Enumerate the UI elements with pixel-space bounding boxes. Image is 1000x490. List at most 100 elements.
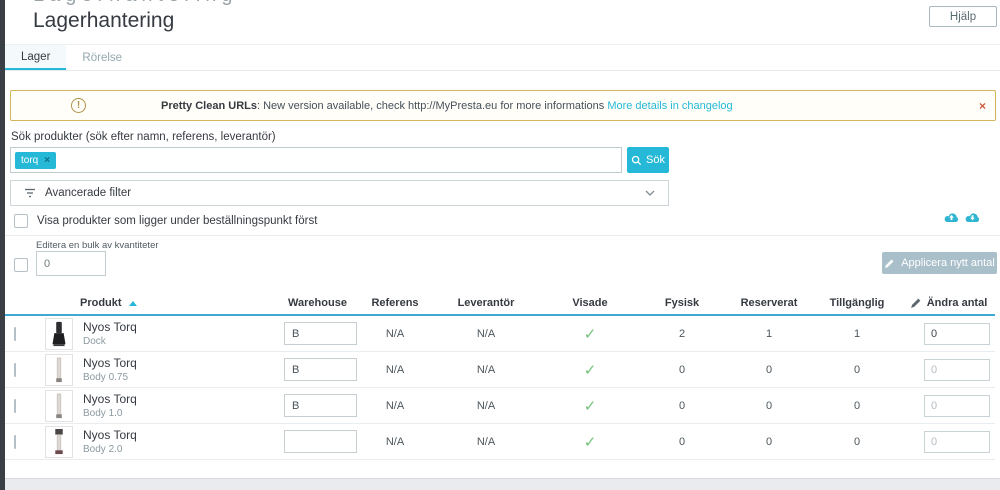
table-row: Nyos Torq Dock N/A N/A ✓ 2 1 1 — [5, 316, 995, 352]
product-name: Nyos Torq — [83, 428, 137, 442]
product-name: Nyos Torq — [83, 320, 137, 334]
displayed-check-icon: ✓ — [542, 433, 638, 451]
row-checkbox[interactable] — [14, 435, 16, 449]
search-tag: torq × — [15, 152, 56, 169]
sidebar-edge — [0, 0, 5, 490]
search-button[interactable]: Sök — [627, 147, 669, 173]
pencil-icon — [910, 297, 922, 309]
product-thumbnail — [45, 390, 73, 422]
available-qty: 0 — [812, 436, 902, 448]
warehouse-input[interactable] — [284, 322, 357, 345]
notice-title: Pretty Clean URLs — [161, 100, 257, 112]
row-checkbox[interactable] — [14, 399, 16, 413]
physical-qty: 0 — [638, 364, 726, 376]
supplier-value: N/A — [430, 328, 542, 340]
tab-bar: Lager Rörelse — [5, 44, 1000, 71]
filter-icon — [24, 188, 36, 198]
changelog-link[interactable]: More details in changelog — [607, 100, 732, 112]
bulk-edit-label: Editera en bulk av kvantiteter — [36, 240, 159, 251]
warehouse-input[interactable] — [284, 358, 357, 381]
displayed-check-icon: ✓ — [542, 325, 638, 343]
available-qty: 0 — [812, 400, 902, 412]
tag-remove-icon[interactable]: × — [44, 155, 50, 166]
search-icon — [631, 155, 642, 166]
reserved-qty: 0 — [726, 364, 812, 376]
product-variant: Dock — [83, 336, 137, 347]
header-displayed[interactable]: Visade — [542, 297, 638, 309]
displayed-check-icon: ✓ — [542, 397, 638, 415]
product-variant: Body 2.0 — [83, 444, 137, 455]
sort-asc-icon — [129, 301, 137, 306]
row-checkbox[interactable] — [14, 363, 16, 377]
search-button-label: Sök — [646, 154, 665, 166]
product-name: Nyos Torq — [83, 356, 137, 370]
displayed-check-icon: ✓ — [542, 361, 638, 379]
header-reserved[interactable]: Reserverat — [726, 297, 812, 309]
product-thumbnail — [45, 318, 73, 350]
warning-icon: ! — [71, 98, 86, 113]
reorder-checkbox[interactable] — [14, 214, 28, 228]
physical-qty: 2 — [638, 328, 726, 340]
product-thumbnail — [45, 426, 73, 458]
supplier-value: N/A — [430, 436, 542, 448]
import-export-buttons — [943, 211, 981, 225]
stock-table: Produkt Warehouse Referens Leverantör Vi… — [5, 292, 995, 460]
table-row: Nyos TorqBody 1.0 N/A N/A ✓ 0 0 0 — [5, 388, 995, 424]
search-input[interactable]: torq × — [10, 147, 622, 173]
row-checkbox[interactable] — [14, 327, 16, 341]
edit-quantity-input[interactable] — [924, 323, 990, 345]
product-variant: Body 0.75 — [83, 372, 137, 383]
header-edit-quantity: Ändra antal — [902, 297, 995, 309]
table-row: Nyos Torq Body 0.75 N/A N/A ✓ 0 0 0 — [5, 352, 995, 388]
reorder-checkbox-label: Visa produkter som ligger under beställn… — [37, 215, 317, 227]
reference-value: N/A — [360, 400, 430, 412]
bulk-quantity-input[interactable] — [36, 251, 106, 276]
table-header-row: Produkt Warehouse Referens Leverantör Vi… — [5, 292, 995, 316]
reserved-qty: 0 — [726, 436, 812, 448]
available-qty: 0 — [812, 364, 902, 376]
header-supplier[interactable]: Leverantör — [430, 297, 542, 309]
product-name: Nyos Torq — [83, 392, 137, 406]
stock-management-page: Lagerhantering Lagerhantering Hjälp Lage… — [0, 0, 1000, 490]
edit-quantity-input[interactable] — [924, 395, 990, 417]
search-label: Sök produkter (sök efter namn, referens,… — [11, 131, 276, 143]
tab-lager[interactable]: Lager — [5, 45, 66, 70]
export-cloud-up-icon[interactable] — [943, 211, 960, 225]
chevron-down-icon — [645, 190, 655, 196]
edit-quantity-input[interactable] — [924, 431, 990, 453]
header-reference[interactable]: Referens — [360, 297, 430, 309]
notice-close-icon[interactable]: × — [979, 99, 986, 113]
physical-qty: 0 — [638, 400, 726, 412]
edit-quantity-input[interactable] — [924, 359, 990, 381]
header-warehouse[interactable]: Warehouse — [275, 297, 360, 309]
reorder-filter-row: Visa produkter som ligger under beställn… — [14, 214, 317, 228]
physical-qty: 0 — [638, 436, 726, 448]
warehouse-input[interactable] — [284, 430, 357, 453]
reference-value: N/A — [360, 328, 430, 340]
reference-value: N/A — [360, 436, 430, 448]
page-title: Lagerhantering — [33, 9, 174, 33]
tab-rorelse[interactable]: Rörelse — [66, 45, 138, 70]
available-qty: 1 — [812, 328, 902, 340]
advanced-filters-toggle[interactable]: Avancerade filter — [10, 180, 669, 206]
help-button[interactable]: Hjälp — [929, 6, 997, 27]
header-physical[interactable]: Fysisk — [638, 297, 726, 309]
supplier-value: N/A — [430, 400, 542, 412]
notice-text: Pretty Clean URLs: New version available… — [161, 100, 733, 112]
warehouse-input[interactable] — [284, 394, 357, 417]
notice-message: : New version available, check http://My… — [257, 100, 607, 112]
header-product[interactable]: Produkt — [33, 297, 275, 309]
search-tag-label: torq — [21, 155, 38, 166]
bulk-select-checkbox[interactable] — [14, 258, 28, 272]
apply-new-quantity-button[interactable]: Applicera nytt antal — [882, 252, 997, 274]
page-footer-background — [0, 478, 1000, 490]
header-available[interactable]: Tillgänglig — [812, 297, 902, 309]
reference-value: N/A — [360, 364, 430, 376]
apply-button-label: Applicera nytt antal — [901, 257, 995, 269]
product-thumbnail — [45, 354, 73, 386]
import-cloud-down-icon[interactable] — [964, 211, 981, 225]
table-row: Nyos Torq Body 2.0 N/A N/A ✓ 0 0 0 — [5, 424, 995, 460]
module-notice: ! Pretty Clean URLs: New version availab… — [10, 90, 996, 121]
supplier-value: N/A — [430, 364, 542, 376]
reserved-qty: 1 — [726, 328, 812, 340]
